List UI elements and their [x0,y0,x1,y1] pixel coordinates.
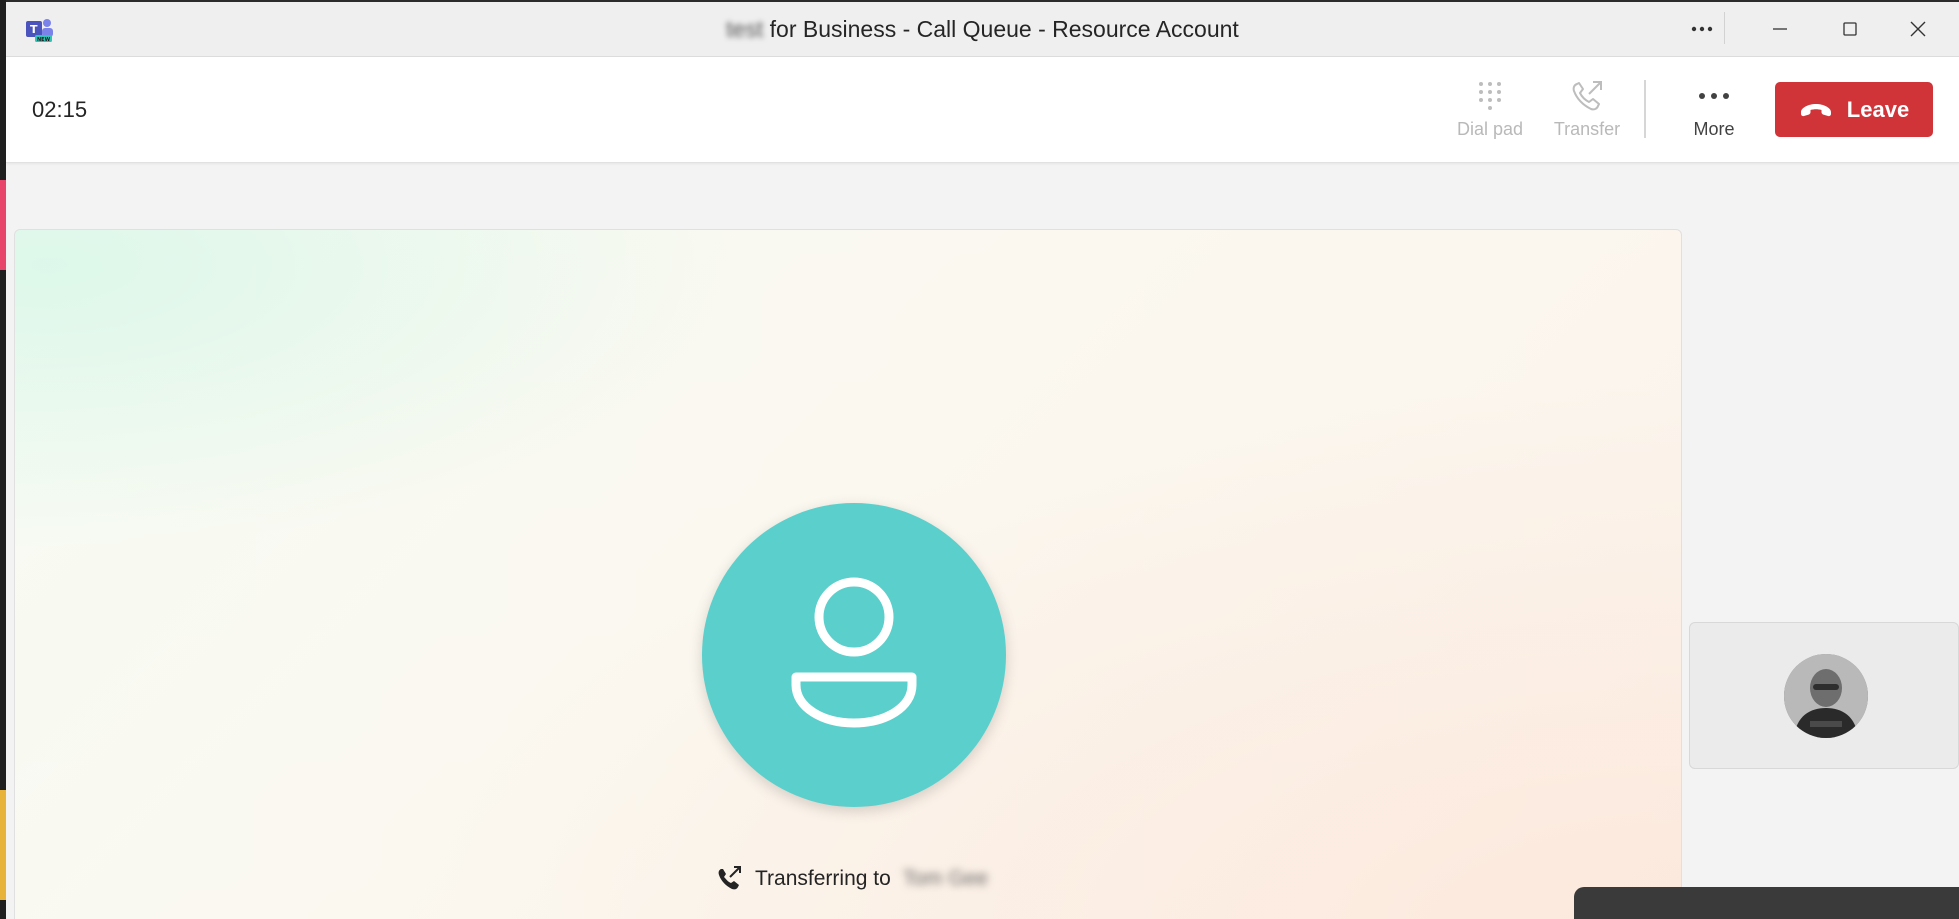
more-button[interactable]: More [1669,75,1759,149]
notification-toast [1574,887,1959,919]
transfer-label: Transfer [1553,119,1621,139]
dialpad-icon [1479,82,1501,110]
user-photo [1784,654,1868,738]
teams-window: T NEW test for Business - Call Queue - R… [6,2,1959,919]
close-icon [1910,21,1926,37]
hangup-icon [1800,103,1831,116]
call-control-bar: 02:15 Dial pad Transfer More Leave [6,57,1959,163]
dial-pad-label: Dial pad [1456,119,1524,139]
title-separator [1724,12,1725,44]
window-title-redacted: test [726,16,764,42]
transfer-icon [1572,81,1602,111]
title-more-button[interactable] [1680,10,1724,48]
maximize-icon [1843,22,1857,36]
call-timer: 02:15 [32,97,88,122]
person-icon [791,577,917,728]
minimize-button[interactable] [1758,10,1802,48]
caller-avatar [702,503,1006,807]
transfer-target-redacted: Tom Gee [902,867,988,890]
minimize-icon [1773,28,1787,30]
leave-button[interactable]: Leave [1775,82,1933,137]
more-label: More [1693,119,1735,139]
close-button[interactable] [1896,10,1940,48]
callbar-divider [1644,80,1646,138]
dial-pad-button[interactable]: Dial pad [1445,75,1535,149]
call-stage: Transferring to Tom Gee [14,229,1682,919]
maximize-button[interactable] [1828,10,1872,48]
transfer-call-icon [718,866,741,890]
more-horizontal-icon [1691,26,1713,32]
status-text: Transferring to [755,867,891,890]
title-bar: T NEW test for Business - Call Queue - R… [6,2,1959,57]
window-title-text: for Business - Call Queue - Resource Acc… [769,16,1239,42]
transfer-button[interactable]: Transfer [1542,75,1632,149]
self-view-tile[interactable] [1689,622,1959,769]
user-avatar-photo [1784,654,1868,738]
more-icon [1699,93,1729,99]
window-title: test for Business - Call Queue - Resourc… [6,16,1959,43]
leave-label: Leave [1846,96,1910,122]
transfer-status: Transferring to Tom Gee [715,862,988,896]
